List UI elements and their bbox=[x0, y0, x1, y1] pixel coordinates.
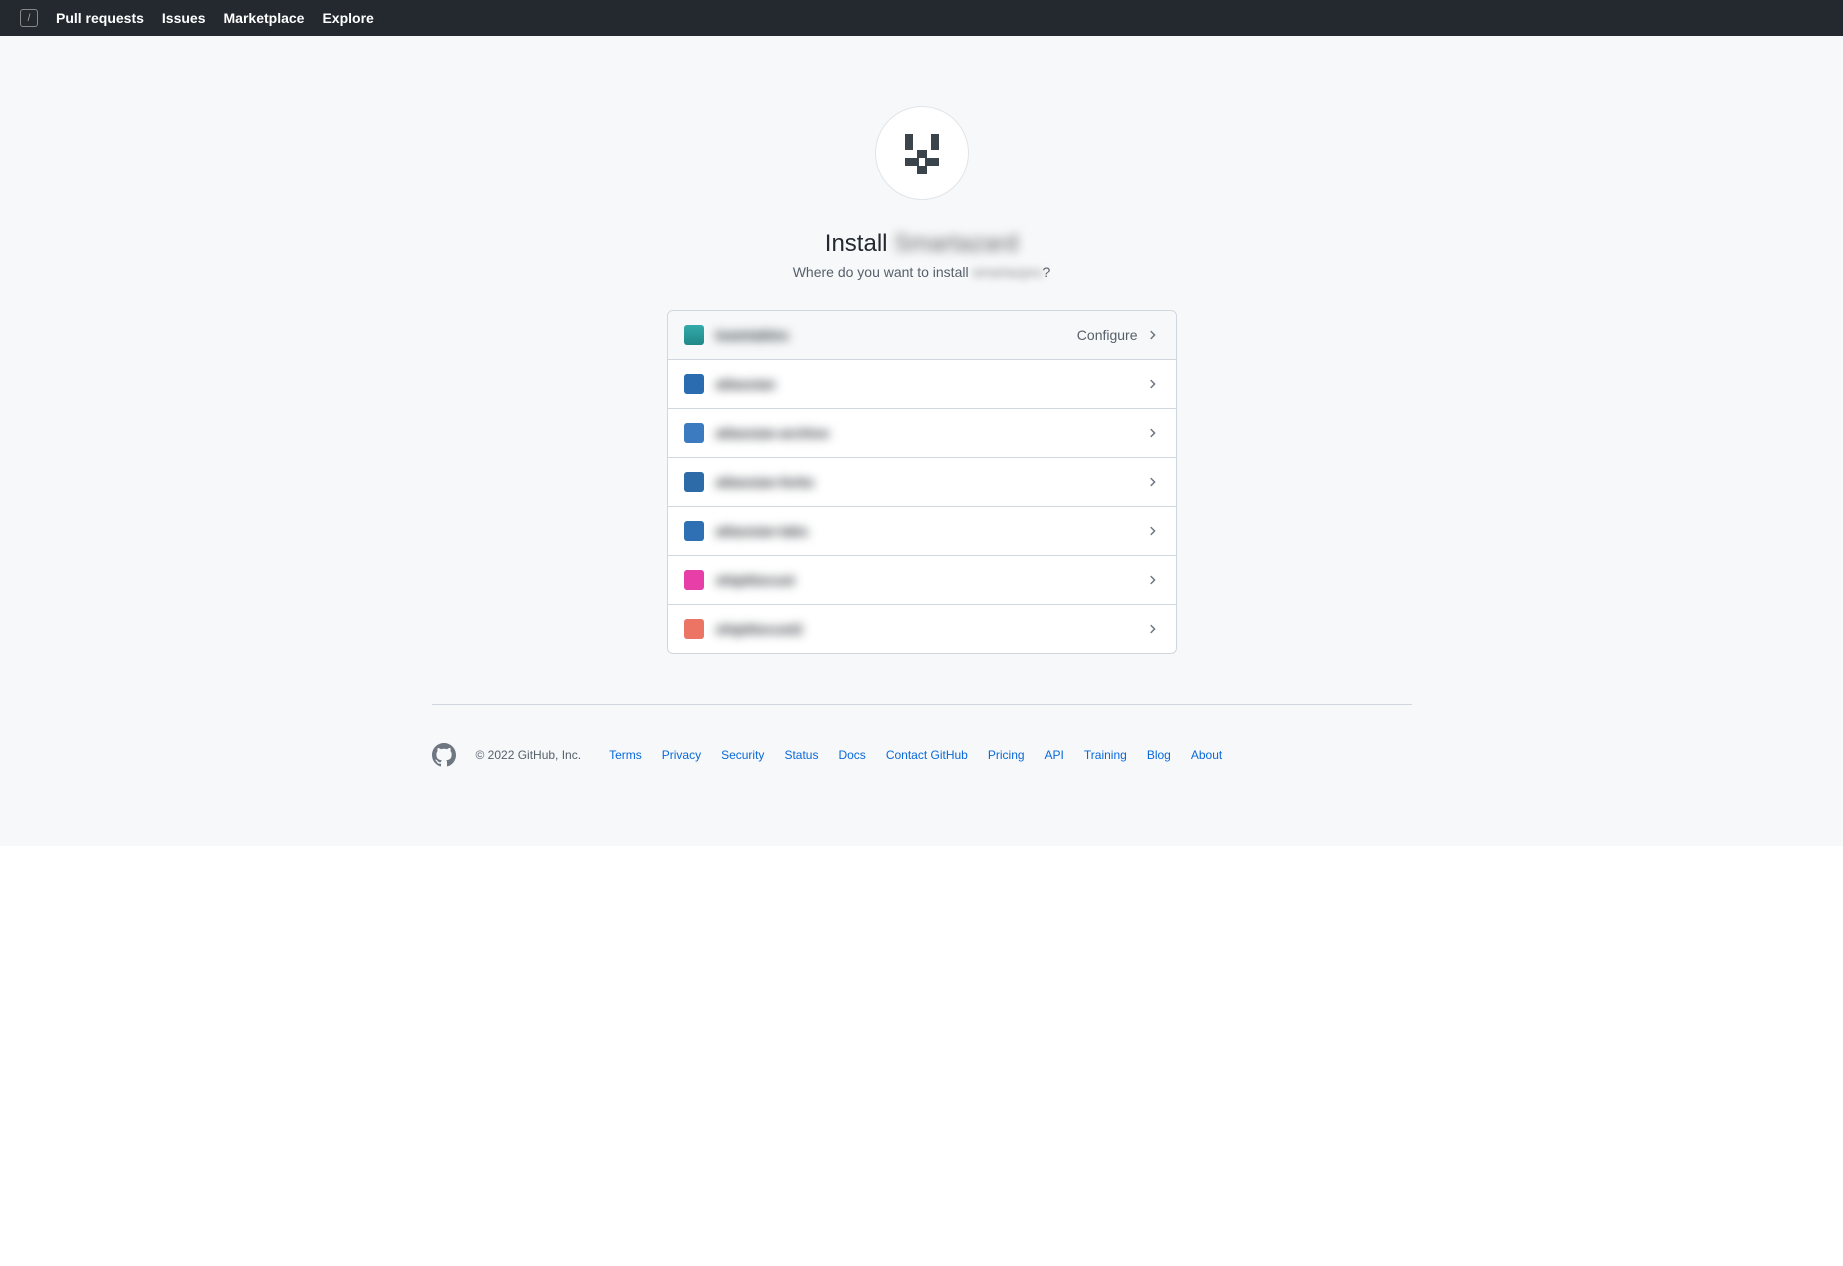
footer-security[interactable]: Security bbox=[721, 748, 764, 762]
page-body: Install Smartazard Where do you want to … bbox=[0, 36, 1843, 846]
install-sub-suffix: ? bbox=[1043, 264, 1051, 280]
configure-label: Configure bbox=[1077, 327, 1138, 343]
footer-privacy[interactable]: Privacy bbox=[662, 748, 701, 762]
chevron-right-icon bbox=[1146, 475, 1160, 489]
org-name: atlassian bbox=[716, 376, 1146, 392]
footer-status[interactable]: Status bbox=[784, 748, 818, 762]
copyright: © 2022 GitHub, Inc. bbox=[476, 748, 582, 762]
org-name: atlassian-archive bbox=[716, 425, 1146, 441]
nav-explore[interactable]: Explore bbox=[322, 10, 373, 26]
chevron-right-icon bbox=[1146, 573, 1160, 587]
footer-blog[interactable]: Blog bbox=[1147, 748, 1171, 762]
footer-docs[interactable]: Docs bbox=[838, 748, 865, 762]
org-row[interactable]: atlassian-archive bbox=[668, 409, 1176, 458]
org-avatar-icon bbox=[684, 472, 704, 492]
below-fold-blank bbox=[0, 846, 1843, 1266]
org-row[interactable]: shipittocust bbox=[668, 556, 1176, 605]
org-row[interactable]: atlassian-labs bbox=[668, 507, 1176, 556]
footer-terms[interactable]: Terms bbox=[609, 748, 642, 762]
org-name: atlassian-labs bbox=[716, 523, 1146, 539]
page-subtitle: Where do you want to install smartazpro? bbox=[667, 264, 1177, 280]
org-row[interactable]: shipittocust2 bbox=[668, 605, 1176, 653]
org-avatar-icon bbox=[684, 619, 704, 639]
install-sub-app: smartazpro bbox=[972, 264, 1042, 280]
org-row[interactable]: atlassian bbox=[668, 360, 1176, 409]
nav-marketplace[interactable]: Marketplace bbox=[224, 10, 305, 26]
chevron-right-icon bbox=[1146, 524, 1160, 538]
install-prefix: Install bbox=[825, 230, 894, 257]
org-name: atlassian-forks bbox=[716, 474, 1146, 490]
chevron-right-icon bbox=[1146, 622, 1160, 636]
app-identicon-icon bbox=[897, 128, 947, 178]
footer-links: Terms Privacy Security Status Docs Conta… bbox=[609, 748, 1222, 762]
footer-training[interactable]: Training bbox=[1084, 748, 1127, 762]
nav-issues[interactable]: Issues bbox=[162, 10, 206, 26]
install-sub-prefix: Where do you want to install bbox=[793, 264, 973, 280]
footer-pricing[interactable]: Pricing bbox=[988, 748, 1025, 762]
org-avatar-icon bbox=[684, 570, 704, 590]
top-nav: / Pull requests Issues Marketplace Explo… bbox=[0, 0, 1843, 36]
logo-mark-icon[interactable]: / bbox=[20, 9, 38, 27]
org-avatar-icon bbox=[684, 423, 704, 443]
footer-api[interactable]: API bbox=[1045, 748, 1064, 762]
chevron-right-icon bbox=[1146, 328, 1160, 342]
chevron-right-icon bbox=[1146, 426, 1160, 440]
footer-contact[interactable]: Contact GitHub bbox=[886, 748, 968, 762]
org-avatar-icon bbox=[684, 374, 704, 394]
org-name: shipittocust bbox=[716, 572, 1146, 588]
footer-about[interactable]: About bbox=[1191, 748, 1222, 762]
app-avatar bbox=[875, 106, 969, 200]
chevron-right-icon bbox=[1146, 377, 1160, 391]
github-mark-icon[interactable] bbox=[432, 743, 456, 767]
org-row-configured[interactable]: teamtables Configure bbox=[668, 311, 1176, 360]
site-footer: © 2022 GitHub, Inc. Terms Privacy Securi… bbox=[432, 705, 1412, 817]
org-name: teamtables bbox=[716, 327, 1077, 343]
org-name: shipittocust2 bbox=[716, 621, 1146, 637]
org-avatar-icon bbox=[684, 325, 704, 345]
install-app-name: Smartazard bbox=[894, 230, 1018, 257]
org-list: teamtables Configure atlassian atlassian… bbox=[667, 310, 1177, 654]
org-row[interactable]: atlassian-forks bbox=[668, 458, 1176, 507]
nav-pull-requests[interactable]: Pull requests bbox=[56, 10, 144, 26]
org-avatar-icon bbox=[684, 521, 704, 541]
page-title: Install Smartazard bbox=[667, 230, 1177, 258]
